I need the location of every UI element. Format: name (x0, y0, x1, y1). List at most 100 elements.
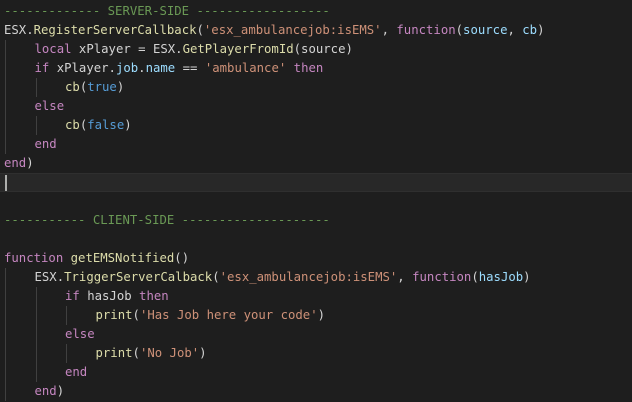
code-token-plain: ) (56, 384, 65, 398)
code-line-content: ESX.TriggerServerCalback('esx_ambulancej… (4, 268, 531, 287)
code-line-content: local xPlayer = ESX.GetPlayerFromId(sour… (4, 40, 353, 59)
indent-guide (5, 97, 6, 116)
code-line[interactable]: local xPlayer = ESX.GetPlayerFromId(sour… (0, 40, 632, 59)
code-token-plain: ) (124, 118, 132, 132)
indent-guide (5, 325, 6, 344)
code-token-variable: hasJob (478, 270, 524, 284)
code-line[interactable] (0, 192, 632, 211)
code-line[interactable]: cb(true) (0, 78, 632, 97)
code-token-plain: , (381, 23, 397, 37)
code-token-keyword: end (34, 137, 57, 151)
code-line[interactable]: else (0, 97, 632, 116)
code-line-content: print('No Job') (4, 344, 207, 363)
code-line-content: function getEMSNotified() (4, 249, 189, 268)
code-line[interactable]: print('Has Job here your code') (0, 306, 632, 325)
code-line-content: ----------- CLIENT-SIDE ----------------… (4, 211, 330, 230)
code-token-variable: job (115, 61, 139, 75)
code-token-function: print (95, 346, 133, 360)
code-token-function: RegisterServerCallback (33, 23, 197, 37)
indent-guide (5, 78, 6, 97)
code-token-keyword: function (412, 270, 472, 284)
code-token-keyword: function (396, 23, 456, 37)
code-token-plain: () (174, 251, 190, 265)
code-line[interactable]: ------------- SERVER-SIDE --------------… (0, 2, 632, 21)
code-token-function: cb (65, 80, 80, 94)
code-line-content: end) (4, 382, 65, 401)
code-line[interactable] (0, 230, 632, 249)
code-line[interactable]: end (0, 363, 632, 382)
code-token-function: GetPlayerFromId (182, 42, 294, 56)
code-line[interactable]: else (0, 325, 632, 344)
code-line[interactable]: print('No Job') (0, 344, 632, 363)
code-token-plain: ) (317, 308, 326, 322)
code-line-content: cb(true) (4, 78, 124, 97)
indent-guide (35, 306, 37, 325)
code-token-plain: ) (26, 156, 34, 170)
code-token-plain: ) (537, 23, 545, 37)
code-token-keyword: if (34, 61, 50, 75)
indent-guide (35, 363, 37, 382)
indent-guide (35, 116, 37, 135)
indent-guide (66, 344, 67, 363)
code-line[interactable]: if hasJob then (0, 287, 632, 306)
code-editor[interactable]: ------------- SERVER-SIDE --------------… (0, 0, 632, 402)
code-line[interactable] (0, 173, 632, 192)
code-token-string: 'Has Job here your code' (139, 308, 318, 322)
code-token-plain: hasJob (79, 289, 140, 303)
code-token-keyword: function (4, 251, 64, 265)
code-token-variable: name (145, 61, 176, 75)
code-token-plain: ( (471, 270, 479, 284)
code-line[interactable]: end) (0, 382, 632, 401)
code-token-plain: xPlayer = ESX. (71, 42, 183, 56)
code-line[interactable]: if xPlayer.job.name == 'ambulance' then (0, 59, 632, 78)
code-token-plain: ) (116, 80, 125, 94)
code-token-plain: == (175, 61, 205, 75)
indent-guide (5, 306, 6, 325)
code-line-content: if hasJob then (4, 287, 169, 306)
code-token-plain: ( (196, 23, 204, 37)
code-token-plain: ( (455, 23, 464, 37)
indent-guide (5, 116, 6, 135)
code-token-plain: ( (212, 270, 220, 284)
code-token-plain: (source) (293, 42, 353, 56)
code-line[interactable]: ESX.TriggerServerCalback('esx_ambulancej… (0, 268, 632, 287)
indent-guide (5, 135, 6, 154)
code-line[interactable]: end) (0, 154, 632, 173)
code-line-content: print('Has Job here your code') (4, 306, 326, 325)
indent-guide (35, 325, 37, 344)
indent-guide (5, 287, 6, 306)
indent-guide (5, 382, 6, 401)
code-token-comment: ------------- SERVER-SIDE --------------… (4, 4, 330, 18)
code-line[interactable]: ESX.RegisterServerCallback('esx_ambulanc… (0, 21, 632, 40)
code-line-content: cb(false) (4, 116, 132, 135)
indent-guide (35, 287, 37, 306)
code-token-keyword: end (65, 365, 88, 379)
code-token-plain: , (507, 23, 523, 37)
code-token-keyword: then (139, 289, 169, 303)
code-line[interactable]: end (0, 135, 632, 154)
code-line-content: end (4, 363, 87, 382)
code-token-keyword: local (34, 42, 72, 56)
code-line[interactable]: cb(false) (0, 116, 632, 135)
code-token-keyword: end (4, 156, 27, 170)
code-line-content: ------------- SERVER-SIDE --------------… (4, 2, 330, 21)
code-line-content: if xPlayer.job.name == 'ambulance' then (4, 59, 324, 78)
code-token-plain: ) (199, 346, 207, 360)
text-cursor (5, 175, 7, 191)
code-token-function: print (95, 308, 133, 322)
indent-guide (35, 78, 37, 97)
code-token-keyword: else (34, 99, 65, 113)
indent-guide (5, 344, 6, 363)
code-line[interactable]: ----------- CLIENT-SIDE ----------------… (0, 211, 632, 230)
code-token-keyword: then (293, 61, 324, 75)
indent-guide (5, 363, 6, 382)
code-token-comment: ----------- CLIENT-SIDE ----------------… (4, 213, 330, 227)
code-token-plain: , (397, 270, 413, 284)
code-token-plain: xPlayer. (49, 61, 116, 75)
code-line-content: else (4, 97, 65, 116)
code-line-content: else (4, 325, 95, 344)
code-token-declaration: false (87, 118, 125, 132)
code-token-string: 'No Job' (139, 346, 200, 360)
code-line[interactable]: function getEMSNotified() (0, 249, 632, 268)
